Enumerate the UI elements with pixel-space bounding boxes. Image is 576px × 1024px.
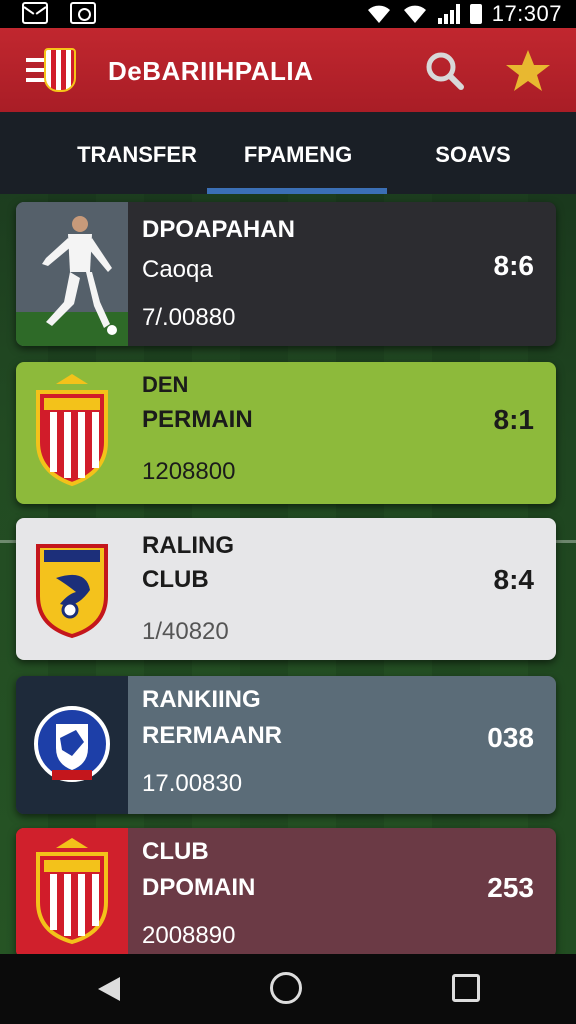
card-subtitle: Caoqa (142, 256, 213, 283)
card-value: 17.00830 (142, 770, 243, 797)
list-item[interactable]: CLUB DPOMAIN 2008890 253 (16, 828, 556, 958)
card-title: DPOAPAHAN (142, 216, 295, 243)
active-tab-indicator (207, 188, 387, 194)
recents-icon[interactable] (452, 974, 480, 1002)
card-title: RANKIING (142, 686, 261, 713)
app-title: DeBARIIHPALIA (108, 56, 314, 86)
wifi-icon (367, 5, 390, 23)
card-subtitle: PERMAIN (142, 406, 253, 433)
tab-transfer[interactable]: TRANSFER (62, 142, 212, 168)
mail-icon (22, 2, 48, 24)
app-header: DeBARIIHPALIA (0, 28, 576, 112)
home-icon[interactable] (270, 972, 302, 1004)
red-white-crest-icon (36, 374, 108, 487)
list-item[interactable]: DPOAPAHAN Caoqa 7/.00880 8:6 (16, 202, 556, 346)
card-score: 253 (487, 872, 534, 903)
image-icon (70, 2, 96, 24)
yellow-blue-crest-icon (36, 544, 108, 639)
star-icon[interactable] (504, 48, 552, 94)
card-value: 1208800 (142, 458, 236, 485)
card-score: 8:1 (493, 404, 534, 435)
card-score: 038 (487, 722, 534, 753)
card-value: 2008890 (142, 922, 236, 949)
list-item[interactable]: DEN PERMAIN 1208800 8:1 (16, 362, 556, 504)
wifi-icon (403, 5, 426, 23)
tab-fpameng[interactable]: FPAMENG (208, 142, 388, 168)
card-title: RALING (142, 532, 234, 559)
status-bar: 17:307 (0, 0, 576, 28)
tab-bar: TRANSFER FPAMENG SOAVS (0, 112, 576, 194)
card-value: 1/40820 (142, 618, 229, 645)
card-title: CLUB (142, 838, 209, 865)
card-subtitle: CLUB (142, 566, 209, 593)
card-score: 8:4 (493, 564, 534, 595)
card-title: DEN (142, 372, 189, 397)
search-icon[interactable] (424, 50, 464, 90)
red-white-crest-icon (16, 828, 128, 958)
list-item[interactable]: RANKIING RERMAANR 17.00830 038 (16, 676, 556, 814)
player-photo (16, 202, 128, 346)
blue-round-crest-icon (16, 676, 128, 814)
card-score: 8:6 (493, 250, 534, 281)
menu-button[interactable] (26, 48, 76, 92)
list-item[interactable]: RALING CLUB 1/40820 8:4 (16, 518, 556, 660)
system-nav-bar (0, 954, 576, 1024)
battery-icon (469, 4, 482, 24)
tab-soavs[interactable]: SOAVS (398, 142, 548, 168)
signal-icon (437, 4, 460, 24)
clock: 17:307 (491, 1, 562, 26)
card-subtitle: RERMAANR (142, 722, 282, 749)
card-subtitle: DPOMAIN (142, 874, 256, 901)
club-crest-icon (44, 48, 76, 92)
back-icon[interactable] (94, 974, 124, 1004)
card-value: 7/.00880 (142, 304, 236, 331)
